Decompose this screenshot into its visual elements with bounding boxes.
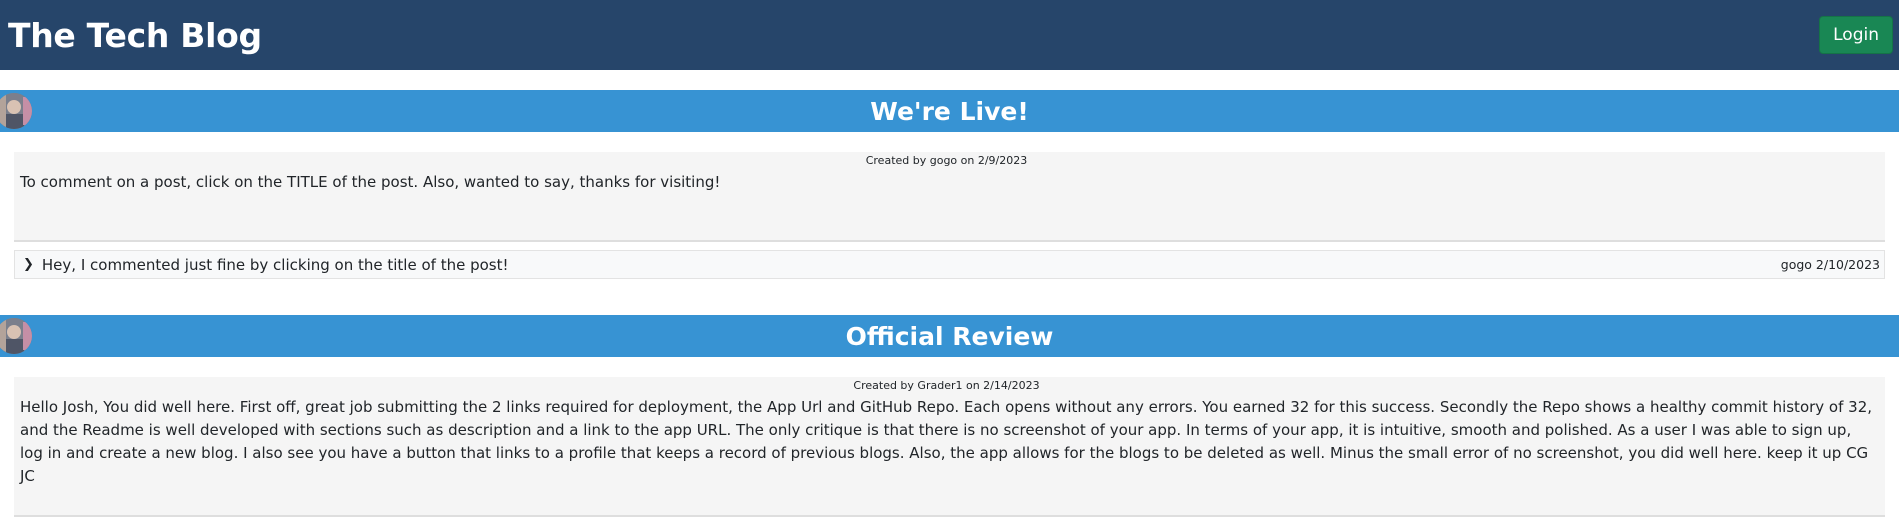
post-title-link[interactable]: Official Review [846, 322, 1054, 351]
comment-row[interactable]: ❯ Hey, I commented just fine by clicking… [14, 250, 1885, 279]
post-card: Official Review Created by Grader1 on 2/… [0, 315, 1899, 517]
post-card: We're Live! Created by gogo on 2/9/2023 … [0, 90, 1899, 279]
post-content: Created by Grader1 on 2/14/2023 Hello Jo… [14, 377, 1885, 517]
post-meta: Created by Grader1 on 2/14/2023 [853, 379, 1040, 392]
comment-text: Hey, I commented just fine by clicking o… [41, 255, 509, 274]
comment-left: ❯ Hey, I commented just fine by clicking… [21, 256, 509, 274]
comment-meta: gogo 2/10/2023 [1780, 257, 1880, 272]
post-meta: Created by gogo on 2/9/2023 [865, 154, 1028, 167]
post-title-bar: Official Review [0, 315, 1899, 357]
post-title-bar: We're Live! [0, 90, 1899, 132]
login-button[interactable]: Login [1819, 16, 1893, 54]
chevron-right-icon[interactable]: ❯ [23, 257, 34, 272]
site-title[interactable]: The Tech Blog [8, 16, 262, 55]
navbar: The Tech Blog Login [0, 0, 1899, 70]
post-title-link[interactable]: We're Live! [870, 97, 1028, 126]
user-avatar [0, 318, 32, 354]
post-content: Created by gogo on 2/9/2023 To comment o… [14, 152, 1885, 242]
user-avatar [0, 93, 32, 129]
post-body: To comment on a post, click on the TITLE… [20, 173, 721, 191]
post-body: Hello Josh, You did well here. First off… [20, 398, 1873, 485]
